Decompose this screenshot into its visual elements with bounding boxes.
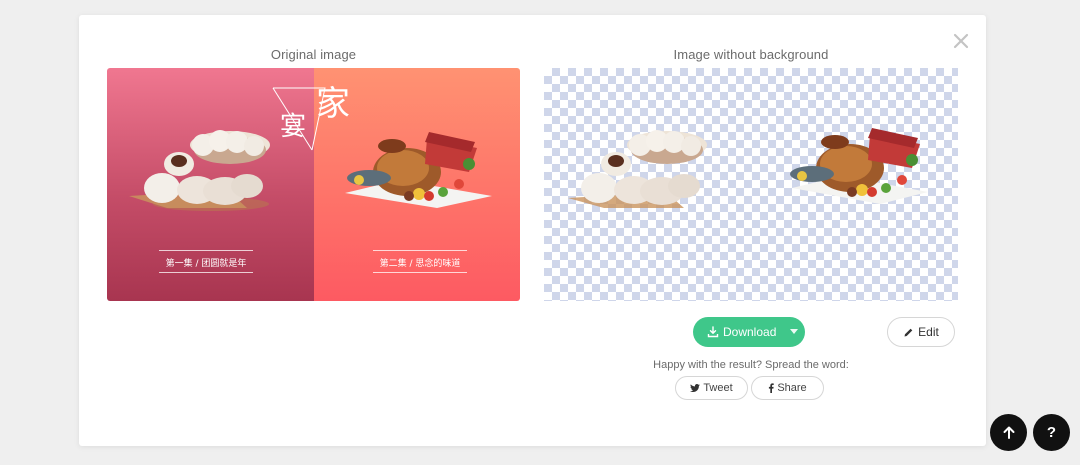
- caption-left-bottom-line: [159, 272, 253, 273]
- original-image: 家 宴 第一集 / 团圆就是年 第二集 / 思念的味道: [107, 68, 520, 301]
- edit-button[interactable]: Edit: [887, 317, 955, 347]
- caption-right-bottom-line: [373, 272, 467, 273]
- scroll-to-top-button[interactable]: [990, 414, 1027, 451]
- spread-the-word-text: Happy with the result? Spread the word:: [653, 359, 849, 371]
- help-button[interactable]: ?: [1033, 414, 1070, 451]
- nobg-image: [544, 68, 958, 301]
- download-button[interactable]: Download: [693, 317, 805, 347]
- tweet-label: Tweet: [703, 382, 733, 394]
- arrow-up-icon: [1003, 426, 1014, 439]
- poster-char-small: 宴: [280, 112, 307, 142]
- tweet-button[interactable]: Tweet: [675, 376, 748, 400]
- share-label: Share: [777, 382, 807, 394]
- caption-right-top-line: [373, 250, 467, 251]
- download-dropdown-caret[interactable]: [790, 329, 798, 334]
- download-icon: [707, 326, 719, 338]
- facebook-icon: [769, 383, 775, 393]
- download-label: Download: [723, 325, 777, 339]
- poster-char-large: 家: [316, 84, 350, 124]
- cutout-artwork: [568, 128, 928, 208]
- poster-caption-left: 第一集 / 团圆就是年: [165, 259, 247, 269]
- twitter-icon: [690, 383, 701, 392]
- facebook-share-button[interactable]: Share: [751, 376, 824, 400]
- original-image-title: Original image: [270, 47, 357, 62]
- edit-label: Edit: [918, 325, 939, 339]
- nobg-image-title: Image without background: [673, 47, 829, 62]
- question-icon: ?: [1046, 424, 1057, 441]
- caption-left-top-line: [159, 250, 253, 251]
- poster-caption-right: 第二集 / 思念的味道: [379, 259, 461, 269]
- pencil-icon: [904, 328, 913, 336]
